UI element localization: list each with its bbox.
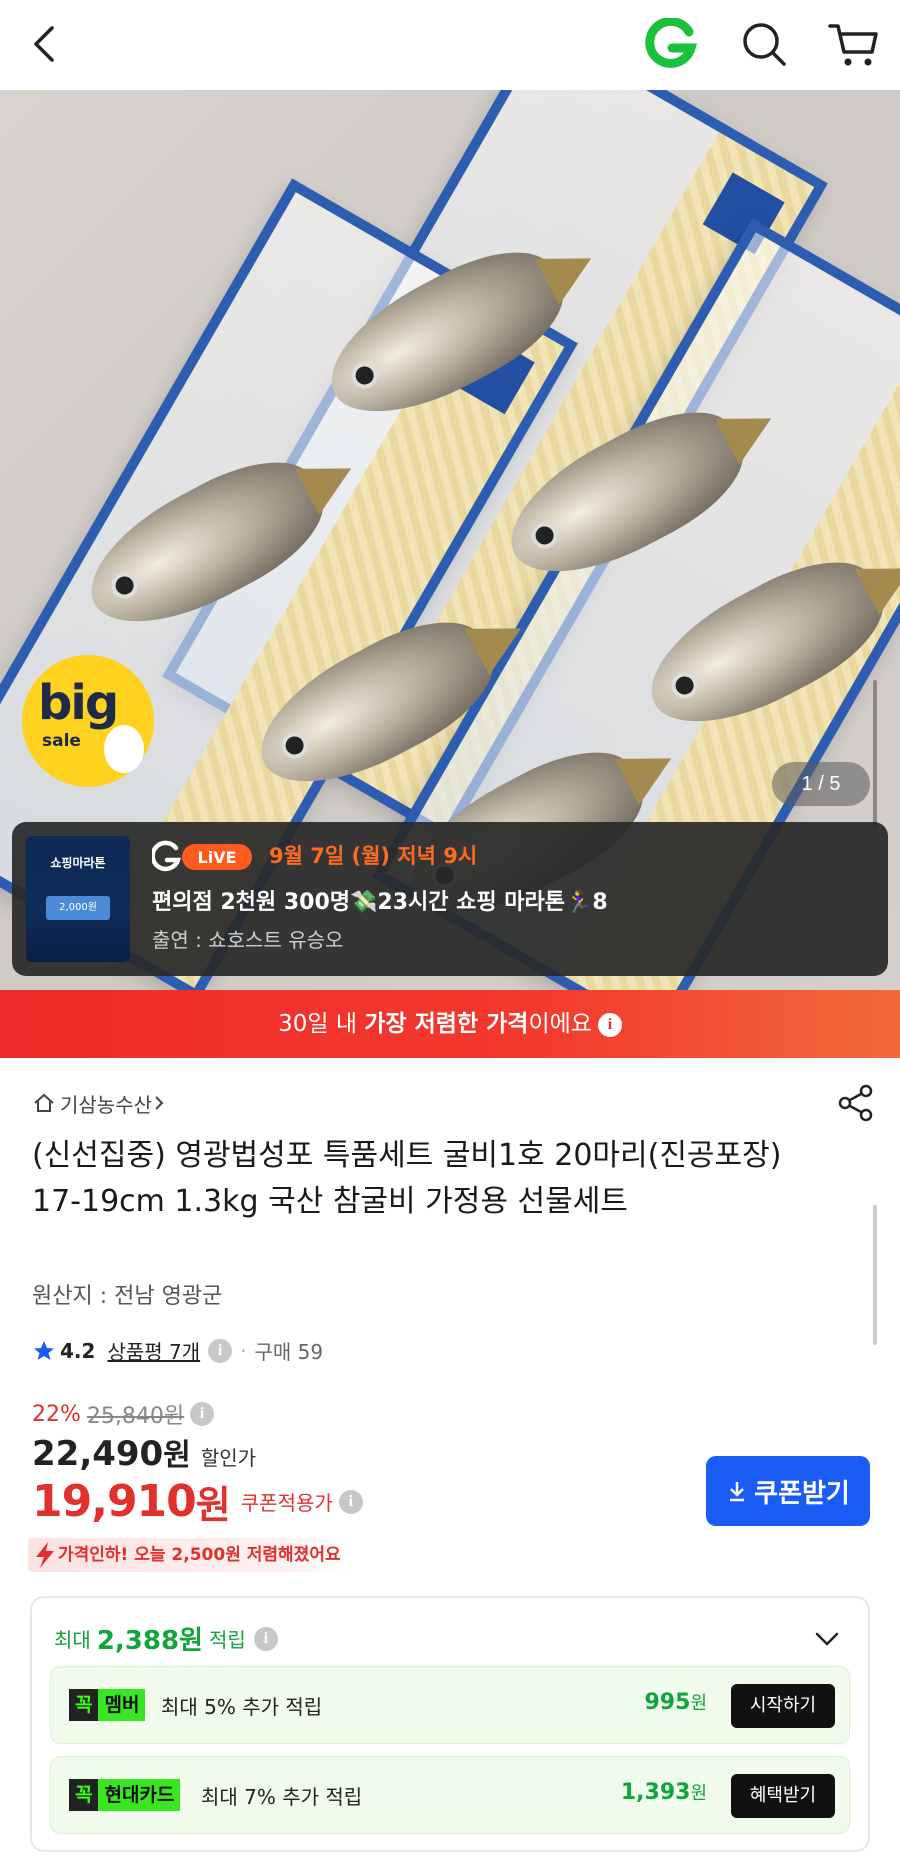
- live-logo-text: LiVE: [198, 848, 237, 867]
- reward-row-points: 995원: [644, 1690, 708, 1715]
- search-icon[interactable]: [738, 18, 790, 70]
- cart-icon[interactable]: [826, 18, 882, 70]
- start-button[interactable]: 시작하기: [731, 1684, 835, 1728]
- member-brand-badge: 꼭 멤버: [69, 1689, 146, 1721]
- original-price: 25,840원: [86, 1404, 185, 1429]
- reward-amount: 2,388원: [96, 1626, 203, 1656]
- purchase-count: 구매 59: [254, 1340, 324, 1364]
- info-icon[interactable]: i: [597, 1012, 622, 1037]
- seller-link[interactable]: 기삼농수산: [32, 1088, 170, 1118]
- reward-header: 최대 2,388원 적립 i: [54, 1620, 278, 1657]
- brand-prefix: 꼭: [69, 1689, 99, 1721]
- bunny-mascot-icon: [104, 725, 144, 773]
- banner-suffix: 이에요: [528, 1011, 592, 1037]
- badge-sale-text: sale: [42, 731, 81, 751]
- chevron-down-icon[interactable]: [810, 1622, 844, 1656]
- discount-percent: 22%: [32, 1401, 81, 1427]
- live-date: 9월 7일 (월) 저녁 9시: [269, 844, 478, 868]
- live-thumbnail-title: 쇼핑마라톤: [50, 856, 106, 870]
- banner-prefix: 30일 내: [278, 1011, 365, 1037]
- download-icon: [730, 1482, 745, 1502]
- info-icon[interactable]: i: [190, 1402, 215, 1426]
- get-coupon-button[interactable]: 쿠폰받기: [706, 1456, 870, 1526]
- coupon-price-label: 쿠폰적용가: [240, 1491, 333, 1515]
- reward-row-points: 1,393원: [620, 1780, 707, 1805]
- chevron-right-icon: [155, 1096, 164, 1110]
- sale-price: 22,490: [32, 1434, 164, 1474]
- back-arrow-icon[interactable]: [24, 22, 68, 66]
- banner-highlight: 가장 저렴한 가격: [364, 1011, 529, 1037]
- separator-dot: ·: [240, 1338, 247, 1363]
- product-title: (신선집중) 영광법성포 특품세트 굴비1호 20마리(진공포장) 17-19c…: [32, 1138, 782, 1219]
- get-coupon-label: 쿠폰받기: [754, 1478, 850, 1509]
- gmarket-g-logo-icon[interactable]: [645, 18, 697, 70]
- live-broadcast-banner[interactable]: 쇼핑마라톤 2,000원 LiVE 9월 7일 (월) 저녁 9시 편의점 2천…: [12, 822, 888, 976]
- brand-name: 멤버: [98, 1689, 146, 1721]
- reward-row-member[interactable]: 꼭 멤버 최대 5% 추가 적립 995원 시작하기: [50, 1666, 850, 1744]
- sale-price-unit: 원: [163, 1438, 191, 1473]
- scrollbar[interactable]: [873, 1205, 877, 1345]
- live-thumbnail: 쇼핑마라톤 2,000원: [26, 836, 130, 962]
- live-thumbnail-coupon: 2,000원: [46, 896, 110, 920]
- review-count-link[interactable]: 상품평 7개: [107, 1336, 200, 1365]
- big-sale-badge: big sale: [22, 655, 154, 787]
- hyundai-card-brand-badge: 꼭 현대카드: [69, 1779, 181, 1811]
- coupon-price-unit: 원: [195, 1483, 231, 1527]
- coupon-price-row: 19,910 원 쿠폰적용가 i: [32, 1474, 363, 1529]
- reward-row-hyundai-card[interactable]: 꼭 현대카드 최대 7% 추가 적립 1,393원 혜택받기: [50, 1756, 850, 1834]
- rating-score: 4.2: [60, 1338, 96, 1363]
- brand-prefix: 꼭: [69, 1779, 99, 1811]
- reward-points-panel: 최대 2,388원 적립 i 꼭 멤버 최대 5% 추가 적립 995원 시작하기…: [30, 1596, 870, 1852]
- scrollbar[interactable]: [873, 680, 877, 830]
- image-pager: 1 / 5: [772, 762, 870, 806]
- star-icon: [34, 1340, 54, 1360]
- reward-suffix: 적립: [208, 1628, 246, 1652]
- seller-name: 기삼농수산: [60, 1092, 152, 1117]
- discount-row: 22% 25,840원 i: [32, 1398, 215, 1430]
- get-benefit-button[interactable]: 혜택받기: [731, 1774, 835, 1818]
- live-cast: 출연 : 쇼호스트 유승오: [152, 928, 344, 952]
- g-live-logo-icon: LiVE: [152, 840, 252, 872]
- lowest-price-banner[interactable]: 30일 내 가장 저렴한 가격이에요 i: [0, 990, 900, 1058]
- coupon-price: 19,910: [32, 1476, 197, 1527]
- live-title: 편의점 2천원 300명💸23시간 쇼핑 마라톤🏃‍♀️8: [152, 890, 608, 915]
- info-icon[interactable]: i: [208, 1338, 233, 1363]
- top-navigation-bar: [0, 0, 900, 90]
- reward-row-desc: 최대 5% 추가 적립: [161, 1695, 323, 1719]
- reward-prefix: 최대: [54, 1628, 91, 1652]
- lightning-icon: [36, 1542, 54, 1568]
- reward-row-desc: 최대 7% 추가 적립: [201, 1785, 363, 1809]
- rating-row: 4.2 상품평 7개 i · 구매 59: [32, 1336, 323, 1365]
- price-drop-text: 가격인하! 오늘 2,500원 저렴해졌어요: [58, 1545, 341, 1565]
- sale-price-row: 22,490 원 할인가: [32, 1430, 256, 1474]
- sale-price-label: 할인가: [200, 1446, 257, 1470]
- info-icon[interactable]: i: [253, 1626, 278, 1651]
- price-drop-notice: 가격인하! 오늘 2,500원 저렴해졌어요: [28, 1538, 351, 1572]
- badge-big-text: big: [38, 675, 119, 731]
- home-icon: [34, 1093, 54, 1112]
- brand-name: 현대카드: [98, 1779, 181, 1811]
- product-origin: 원산지 : 전남 영광군: [32, 1284, 223, 1309]
- share-icon[interactable]: [836, 1083, 876, 1123]
- info-icon[interactable]: i: [338, 1489, 363, 1514]
